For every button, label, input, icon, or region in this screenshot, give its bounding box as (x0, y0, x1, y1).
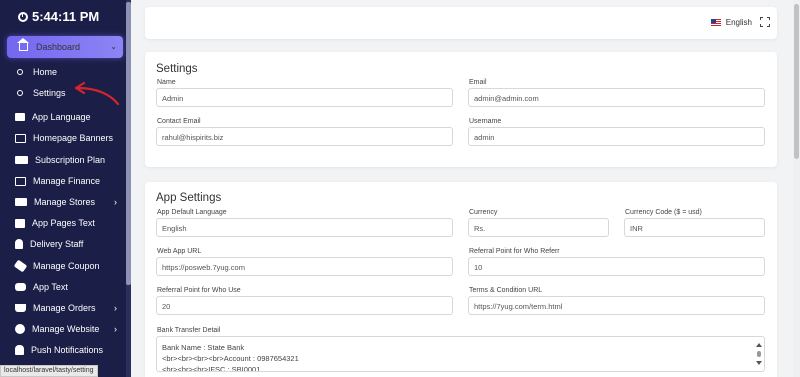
sidebar-item-manage-website[interactable]: Manage Website › (15, 321, 123, 337)
circle-icon (17, 69, 23, 75)
clock-icon (18, 11, 28, 22)
referral-use-field[interactable]: 20 (156, 296, 453, 315)
sidebar-item-label: Manage Website (32, 324, 100, 334)
bank-transfer-textarea[interactable]: Bank Name : State Bank <br><br><br><br>A… (156, 336, 765, 372)
chevron-right-icon: › (114, 197, 117, 207)
bank-line: <br><br><br>IFSC : SBI0001 (162, 365, 261, 372)
home-icon (17, 38, 29, 51)
sidebar-item-push-notifications[interactable]: Push Notifications (15, 342, 123, 358)
default-language-field[interactable]: English (156, 218, 453, 237)
contact-email-field[interactable]: rahul@hispirits.biz (156, 127, 453, 146)
currency-code-field[interactable]: INR (624, 218, 765, 237)
status-bar-url: localhost/laravel/tasty/setting (0, 365, 98, 377)
web-app-url-label: Web App URL (157, 248, 202, 255)
sidebar-item-app-language[interactable]: App Language (15, 109, 123, 125)
referral-use-label: Referral Point for Who Use (157, 287, 241, 294)
money-icon (15, 176, 26, 186)
textarea-scrollbar[interactable] (756, 339, 762, 369)
flag-icon (15, 113, 25, 121)
web-app-url-field[interactable]: https://posweb.7yug.com (156, 257, 453, 276)
username-label: Username (469, 118, 502, 125)
chevron-down-icon: ⌄ (110, 42, 117, 51)
cart-icon (15, 304, 26, 312)
sidebar-item-label: Manage Finance (33, 176, 101, 186)
chevron-right-icon: › (114, 324, 117, 334)
currency-field[interactable]: Rs. (468, 218, 609, 237)
sidebar-item-label: App Pages Text (32, 218, 95, 228)
default-language-label: App Default Language (157, 209, 227, 216)
language-label: English (725, 18, 752, 27)
terms-url-field[interactable]: https://7yug.com/term.html (468, 296, 765, 315)
card-icon (15, 156, 28, 164)
globe-icon (15, 324, 25, 334)
user-icon (15, 239, 23, 249)
sidebar-scrollbar-thumb[interactable] (126, 2, 131, 285)
top-bar: English (145, 7, 777, 39)
settings-title: Settings (156, 63, 198, 75)
currency-label: Currency (469, 209, 498, 216)
textarea-scroll-thumb[interactable] (757, 351, 761, 357)
referral-referr-label: Referral Point for Who Referr (469, 248, 560, 255)
sidebar-item-manage-finance[interactable]: Manage Finance (15, 173, 123, 189)
sidebar-item-label: Subscription Plan (35, 155, 106, 165)
sidebar-item-label: Delivery Staff (30, 239, 84, 249)
username-field[interactable]: admin (468, 127, 765, 146)
sidebar-item-label: Homepage Banners (33, 133, 114, 143)
sidebar-item-manage-orders[interactable]: Manage Orders › (15, 300, 123, 316)
bank-line: Bank Name : State Bank (162, 343, 245, 352)
pages-icon (15, 218, 25, 228)
name-field[interactable]: Admin (156, 88, 453, 107)
page-scrollbar-thumb[interactable] (794, 4, 799, 159)
email-field[interactable]: admin@admin.com (468, 88, 765, 107)
sidebar-item-label: App Text (33, 282, 68, 292)
image-icon (15, 133, 26, 143)
sidebar-item-manage-stores[interactable]: Manage Stores › (15, 194, 123, 210)
clock-time: 5:44:11 PM (32, 9, 100, 24)
scroll-up-icon[interactable] (756, 343, 762, 347)
fullscreen-icon[interactable] (760, 17, 770, 27)
sidebar-item-label: Dashboard (36, 42, 81, 52)
sidebar-item-label: Home (33, 67, 58, 77)
truck-icon (15, 198, 27, 206)
sidebar-item-app-text[interactable]: App Text (15, 279, 123, 295)
us-flag-icon (710, 19, 721, 26)
clock: 5:44:11 PM (18, 9, 99, 24)
settings-card: Settings Name Admin Email admin@admin.co… (145, 52, 777, 167)
tag-icon (13, 259, 28, 273)
chevron-right-icon: › (114, 303, 117, 313)
sidebar-item-homepage-banners[interactable]: Homepage Banners (15, 130, 123, 146)
sidebar-item-dashboard[interactable]: Dashboard ⌄ (7, 36, 123, 58)
sidebar-item-home[interactable]: Home (15, 64, 123, 80)
bank-transfer-label: Bank Transfer Detail (157, 327, 221, 334)
language-selector[interactable]: English (710, 18, 752, 27)
chat-icon (15, 283, 26, 291)
sidebar-item-label: Settings (33, 88, 66, 98)
app-settings-title: App Settings (156, 192, 222, 204)
sidebar-item-manage-coupon[interactable]: Manage Coupon (13, 258, 123, 274)
scroll-down-icon[interactable] (756, 361, 762, 365)
sidebar-item-label: Manage Coupon (33, 261, 100, 271)
sidebar-item-subscription-plan[interactable]: Subscription Plan (15, 152, 123, 168)
app-settings-card: App Settings App Default Language Englis… (145, 182, 777, 377)
sidebar-item-label: App Language (32, 112, 91, 122)
sidebar-item-label: Push Notifications (31, 345, 104, 355)
sidebar-item-label: Manage Orders (33, 303, 96, 313)
bank-line: <br><br><br><br>Account : 0987654321 (162, 354, 299, 363)
sidebar-item-delivery-staff[interactable]: Delivery Staff (15, 236, 123, 252)
referral-referr-field[interactable]: 10 (468, 257, 765, 276)
circle-icon (17, 90, 23, 96)
email-label: Email (469, 79, 487, 86)
currency-code-label: Currency Code ($ = usd) (625, 209, 702, 216)
sidebar-item-app-pages-text[interactable]: App Pages Text (15, 215, 123, 231)
annotation-arrow-icon (74, 82, 120, 106)
terms-url-label: Terms & Condition URL (469, 287, 543, 294)
contact-email-label: Contact Email (157, 118, 201, 125)
bell-icon (15, 345, 24, 355)
name-label: Name (157, 79, 176, 86)
sidebar-item-label: Manage Stores (34, 197, 96, 207)
